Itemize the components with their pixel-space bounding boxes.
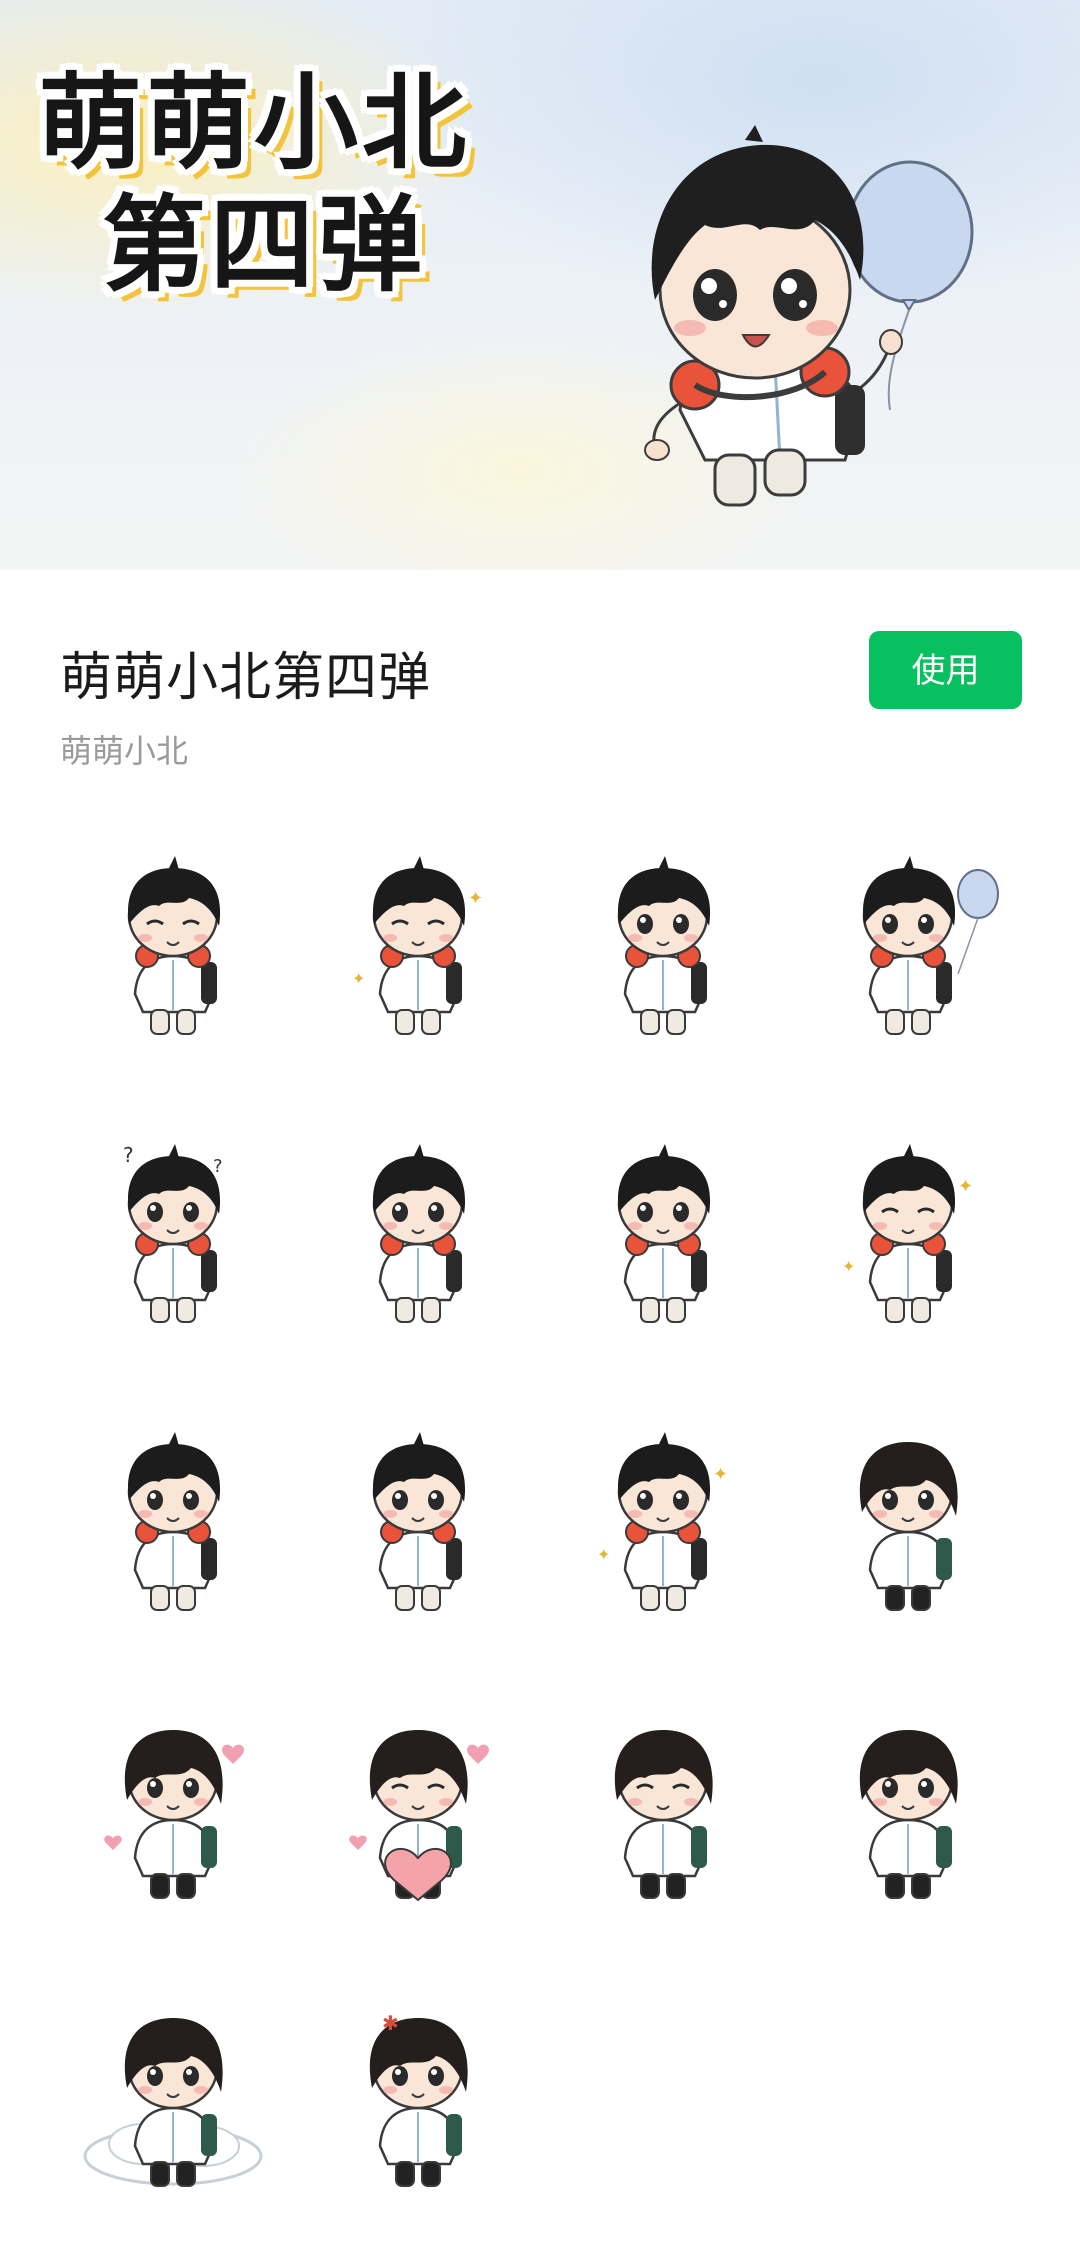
svg-text:✦: ✦ bbox=[352, 969, 365, 988]
sticker-image bbox=[617, 856, 710, 1035]
svg-text:✦: ✦ bbox=[958, 1176, 973, 1197]
banner: 萌萌小北 第四弹 bbox=[0, 0, 1080, 570]
sticker-pack-author[interactable]: 萌萌小北 bbox=[60, 726, 188, 772]
sticker-image: ?? bbox=[123, 1143, 223, 1323]
svg-text:✱: ✱ bbox=[382, 2011, 399, 2035]
sticker-sparkle-eyes[interactable]: ✦ ✦ bbox=[540, 1376, 785, 1664]
sticker-grid: ✦ ✦?? ✦ ✦ ✦ ✦ ✱ bbox=[50, 800, 1030, 2240]
hero-character-illustration bbox=[644, 125, 974, 507]
sticker-image bbox=[103, 1730, 244, 1899]
banner-title-line1: 萌萌小北 bbox=[38, 62, 471, 184]
sticker-hugging-knees[interactable] bbox=[785, 1376, 1030, 1664]
sticker-image bbox=[617, 1144, 710, 1323]
sticker-pack-title: 萌萌小北第四弹 bbox=[60, 648, 432, 708]
sticker-cheering-stars[interactable]: ✦ ✦ bbox=[785, 1088, 1030, 1376]
sticker-image: ✦✦ bbox=[352, 856, 483, 1035]
sticker-waving-hello[interactable] bbox=[295, 1088, 540, 1376]
sticker-image: ✱ bbox=[369, 2011, 468, 2187]
sticker-image bbox=[614, 1730, 713, 1899]
banner-title-line2: 第四弹 bbox=[102, 184, 427, 306]
sticker-image bbox=[372, 1144, 465, 1323]
svg-text:✦: ✦ bbox=[597, 1545, 610, 1564]
sticker-smile-sparkle[interactable]: ✦ ✦ bbox=[295, 800, 540, 1088]
use-button[interactable]: 使用 bbox=[869, 631, 1022, 709]
sticker-wink-hearts[interactable] bbox=[50, 1664, 295, 1952]
sticker-hands-cover-face[interactable] bbox=[295, 1376, 540, 1664]
sticker-shy-sweat[interactable] bbox=[540, 800, 785, 1088]
sticker-yawning-tired[interactable] bbox=[540, 1664, 785, 1952]
sticker-image bbox=[127, 856, 220, 1035]
sticker-image bbox=[372, 1432, 465, 1611]
svg-text:?: ? bbox=[123, 1143, 134, 1167]
sticker-image bbox=[859, 1730, 958, 1899]
sticker-angry-vein[interactable]: ✱ bbox=[295, 1952, 540, 2240]
sticker-arms-crossed-huff[interactable] bbox=[540, 1088, 785, 1376]
svg-text:✦: ✦ bbox=[713, 1464, 728, 1485]
sticker-image: ✦✦ bbox=[597, 1432, 728, 1611]
sticker-blushing-cover-face[interactable] bbox=[785, 1664, 1030, 1952]
sticker-image bbox=[127, 1432, 220, 1611]
sticker-image bbox=[83, 2018, 262, 2187]
sticker-image bbox=[862, 856, 999, 1035]
sticker-crying-trembling[interactable] bbox=[50, 1376, 295, 1664]
svg-text:?: ? bbox=[213, 1156, 223, 1177]
sticker-holding-heart[interactable] bbox=[295, 1664, 540, 1952]
sticker-question-marks[interactable]: ?? bbox=[50, 1088, 295, 1376]
sticker-image: ✦✦ bbox=[842, 1144, 973, 1323]
sticker-sleepy-sitting[interactable] bbox=[50, 800, 295, 1088]
svg-text:✦: ✦ bbox=[468, 888, 483, 909]
sticker-lying-on-cloud[interactable] bbox=[50, 1952, 295, 2240]
svg-text:✦: ✦ bbox=[842, 1257, 855, 1276]
sticker-image bbox=[859, 1442, 958, 1611]
sticker-image bbox=[348, 1730, 489, 1902]
sticker-balloon-jump[interactable] bbox=[785, 800, 1030, 1088]
banner-title: 萌萌小北 第四弹 bbox=[38, 62, 470, 306]
